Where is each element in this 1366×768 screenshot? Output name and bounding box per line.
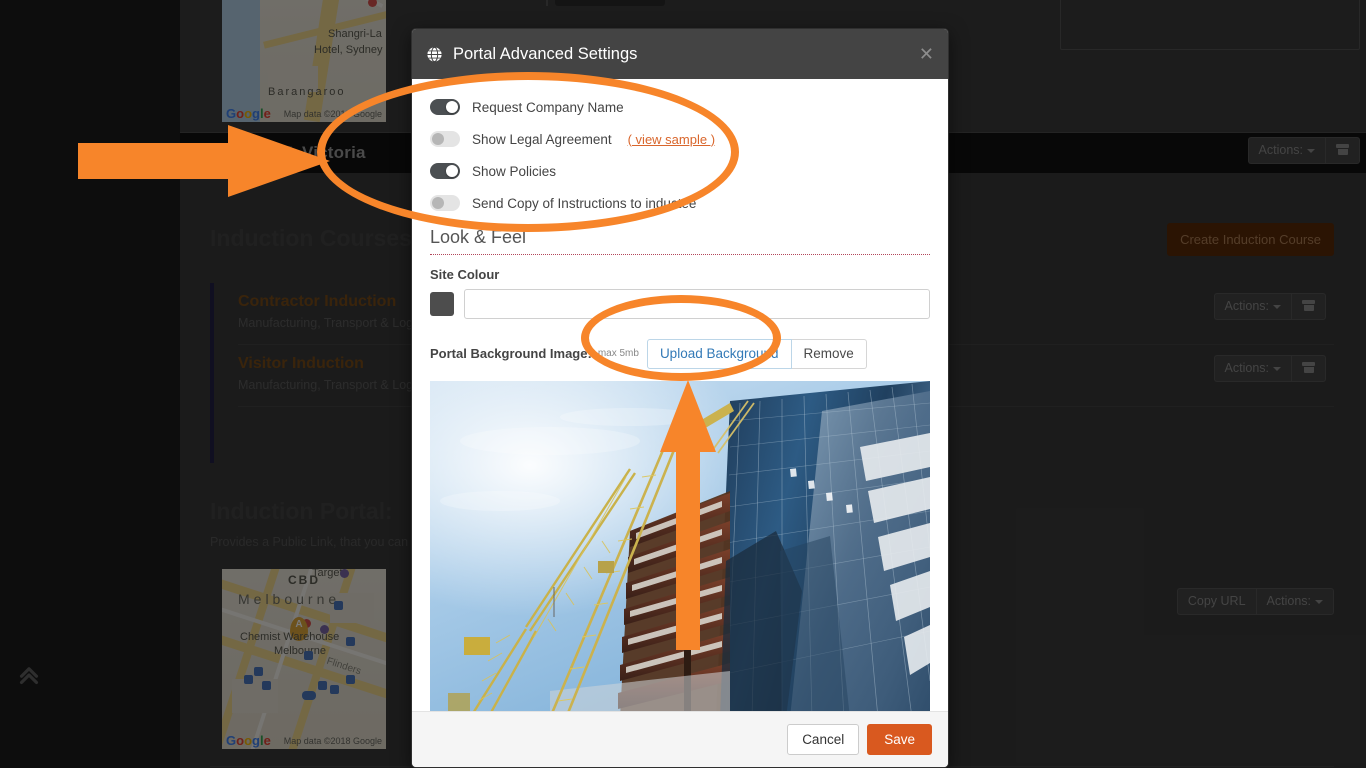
dialog-footer: Cancel Save: [412, 711, 948, 767]
toggle-show-legal-agreement[interactable]: [430, 131, 460, 147]
site-colour-label: Site Colour: [430, 267, 500, 282]
chevron-up-double-svg: [19, 667, 39, 685]
google-logo-top: Google: [226, 106, 271, 121]
option-request-company-name[interactable]: Request Company Name: [430, 99, 930, 115]
map-preview-sydney[interactable]: A Sydney Observatory Shangri-La Hotel, S…: [222, 0, 386, 122]
construction-photo-svg: [430, 380, 930, 711]
create-induction-course-button[interactable]: Create Induction Course: [1167, 223, 1334, 256]
remove-background-button[interactable]: Remove: [791, 339, 867, 369]
course-actions-label: Actions:: [1224, 299, 1269, 313]
portal-actions-label: Actions:: [1266, 594, 1311, 608]
cancel-button[interactable]: Cancel: [787, 724, 860, 755]
site-title: Victoria: [302, 143, 366, 162]
induction-portal-heading: Induction Portal:: [210, 498, 393, 524]
option-label: Send Copy of Instructions to inductee: [472, 195, 697, 211]
google-logo-bottom: Google: [226, 733, 271, 748]
dialog-header: Portal Advanced Settings ✕: [412, 29, 948, 79]
building-icon: [276, 146, 292, 159]
site-colour-row: [430, 289, 930, 319]
option-label: Show Policies: [472, 163, 557, 179]
portal-background-image-row: Portal Background Image: max 5mb Upload …: [430, 339, 930, 369]
portal-actions-group[interactable]: Copy URL Actions:: [1176, 588, 1334, 615]
max-size-hint: max 5mb: [597, 348, 639, 360]
background-image-preview: [430, 380, 930, 711]
site-colour-input[interactable]: [464, 289, 930, 319]
screen-root: A Sydney Observatory Shangri-La Hotel, S…: [0, 0, 1366, 768]
copy-url-button[interactable]: Copy URL: [1176, 588, 1256, 615]
top-right-card: [1060, 0, 1360, 50]
double-chevron-up-icon[interactable]: [12, 660, 46, 694]
map-credit-top: Map data ©2018 Google: [283, 109, 382, 119]
view-sample-link[interactable]: ( view sample ): [628, 132, 715, 147]
option-show-legal-agreement[interactable]: Show Legal Agreement ( view sample ): [430, 131, 930, 147]
option-show-policies[interactable]: Show Policies: [430, 163, 930, 179]
course-actions-group[interactable]: Actions:: [1213, 293, 1326, 320]
toggle-knob: [432, 133, 444, 145]
chevron-down-icon: [1315, 599, 1323, 604]
header-actions-group[interactable]: Actions:: [1247, 137, 1360, 164]
toggle-send-copy-of-instructions[interactable]: [430, 195, 460, 211]
portal-advanced-settings-dialog: Portal Advanced Settings ✕ Request Compa…: [411, 28, 949, 768]
archive-icon: [1336, 144, 1349, 155]
option-label: Show Legal Agreement: [472, 131, 612, 147]
close-icon[interactable]: ✕: [919, 45, 934, 63]
course-actions-button[interactable]: Actions:: [1213, 293, 1291, 320]
site-colour-swatch[interactable]: [430, 292, 454, 316]
course-actions-label: Actions:: [1224, 361, 1269, 375]
dialog-body: Request Company Name Show Legal Agreemen…: [412, 79, 948, 711]
induction-portal-description: Provides a Public Link, that you can us: [210, 535, 425, 549]
course-list-rail: [210, 283, 214, 463]
chevron-down-icon: [1273, 366, 1281, 371]
strip-pill: [555, 0, 665, 6]
toggle-knob: [432, 197, 444, 209]
header-actions-button[interactable]: Actions:: [1247, 137, 1325, 164]
dialog-title: Portal Advanced Settings: [453, 44, 638, 63]
portal-actions-button[interactable]: Actions:: [1255, 588, 1334, 615]
map-preview-melbourne[interactable]: CBD Target Melbourne A Chemist Warehouse…: [222, 569, 386, 749]
archive-icon: [1302, 300, 1315, 311]
globe-icon: [427, 46, 442, 62]
save-button[interactable]: Save: [867, 724, 932, 755]
induction-courses-heading: Induction Courses:: [210, 225, 420, 251]
archive-icon: [1302, 362, 1315, 373]
course-actions-button[interactable]: Actions:: [1213, 355, 1291, 382]
strip-tick: [546, 0, 548, 6]
toggle-knob: [446, 165, 458, 177]
toggle-knob: [446, 101, 458, 113]
option-send-copy-of-instructions[interactable]: Send Copy of Instructions to inductee: [430, 195, 930, 211]
portal-background-image-label: Portal Background Image:: [430, 346, 592, 362]
toggle-request-company-name[interactable]: [430, 99, 460, 115]
course-actions-group[interactable]: Actions:: [1213, 355, 1326, 382]
look-and-feel-heading: Look & Feel: [430, 227, 930, 255]
course-archive-button[interactable]: [1291, 293, 1326, 320]
upload-background-button[interactable]: Upload Background: [646, 339, 792, 369]
header-actions-label: Actions:: [1258, 143, 1303, 157]
toggle-show-policies[interactable]: [430, 163, 460, 179]
map-credit-bottom: Map data ©2018 Google: [283, 736, 382, 746]
course-archive-button[interactable]: [1291, 355, 1326, 382]
chevron-down-icon: [1307, 148, 1315, 153]
header-archive-button[interactable]: [1325, 137, 1360, 164]
chevron-down-icon: [1273, 304, 1281, 309]
option-label: Request Company Name: [472, 99, 624, 115]
